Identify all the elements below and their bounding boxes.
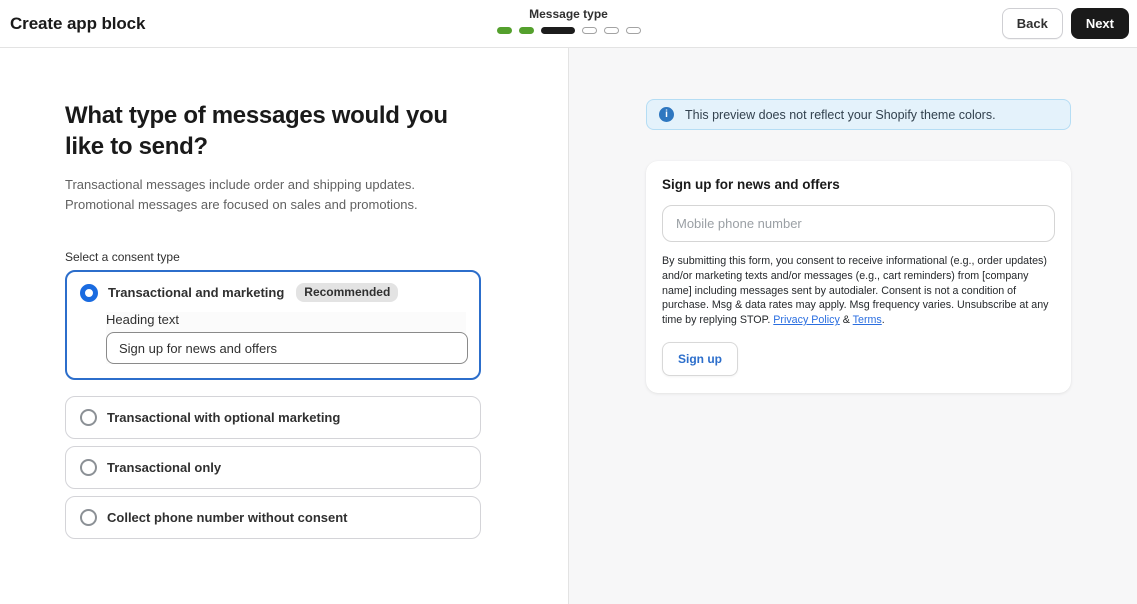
progress-pill-todo bbox=[626, 27, 641, 34]
signup-button[interactable]: Sign up bbox=[662, 342, 738, 376]
form-pane: What type of messages would you like to … bbox=[0, 48, 568, 604]
radio-unselected-icon[interactable] bbox=[80, 409, 97, 426]
mobile-phone-input[interactable] bbox=[662, 205, 1055, 242]
info-icon: i bbox=[659, 107, 674, 122]
page-title: Create app block bbox=[10, 14, 145, 34]
radio-unselected-icon[interactable] bbox=[80, 459, 97, 476]
progress-pill-todo bbox=[604, 27, 619, 34]
top-bar: Create app block Message type Back Next bbox=[0, 0, 1137, 48]
preview-pane: i This preview does not reflect your Sho… bbox=[568, 48, 1137, 604]
progress-pill-todo bbox=[582, 27, 597, 34]
question-heading: What type of messages would you like to … bbox=[65, 100, 465, 162]
radio-selected-icon[interactable] bbox=[80, 284, 98, 302]
progress-pill-current bbox=[541, 27, 575, 34]
legal-disclaimer: By submitting this form, you consent to … bbox=[662, 254, 1055, 328]
option-transactional-optional-marketing[interactable]: Transactional with optional marketing bbox=[65, 396, 481, 439]
signup-preview-card: Sign up for news and offers By submittin… bbox=[646, 161, 1071, 393]
option-transactional-and-marketing[interactable]: Transactional and marketing Recommended … bbox=[65, 270, 481, 380]
banner-text: This preview does not reflect your Shopi… bbox=[685, 108, 996, 122]
signup-form-title: Sign up for news and offers bbox=[662, 177, 1055, 192]
theme-colors-info-banner: i This preview does not reflect your Sho… bbox=[646, 99, 1071, 130]
heading-text-field-group: Heading text bbox=[106, 312, 466, 364]
heading-text-input[interactable] bbox=[106, 332, 468, 364]
next-button[interactable]: Next bbox=[1071, 8, 1129, 39]
option-label: Collect phone number without consent bbox=[107, 510, 348, 525]
consent-type-label: Select a consent type bbox=[65, 250, 483, 264]
option-collect-without-consent[interactable]: Collect phone number without consent bbox=[65, 496, 481, 539]
option-label: Transactional with optional marketing bbox=[107, 410, 340, 425]
step-label: Message type bbox=[529, 7, 608, 21]
progress-pill-done bbox=[497, 27, 512, 34]
main-content: What type of messages would you like to … bbox=[0, 48, 1137, 604]
progress-pill-done bbox=[519, 27, 534, 34]
heading-text-label: Heading text bbox=[106, 312, 466, 327]
wizard-progress: Message type bbox=[497, 7, 641, 34]
back-button[interactable]: Back bbox=[1002, 8, 1063, 39]
option-transactional-only[interactable]: Transactional only bbox=[65, 446, 481, 489]
recommended-badge: Recommended bbox=[296, 283, 398, 302]
question-description: Transactional messages include order and… bbox=[65, 175, 485, 215]
link-separator: & bbox=[840, 314, 853, 326]
privacy-policy-link[interactable]: Privacy Policy bbox=[773, 314, 840, 326]
option-label: Transactional only bbox=[107, 460, 221, 475]
terms-link[interactable]: Terms bbox=[853, 314, 882, 326]
radio-unselected-icon[interactable] bbox=[80, 509, 97, 526]
legal-period: . bbox=[882, 314, 885, 326]
topbar-actions: Back Next bbox=[1002, 8, 1129, 39]
progress-pills bbox=[497, 27, 641, 34]
option-label: Transactional and marketing bbox=[108, 285, 284, 300]
